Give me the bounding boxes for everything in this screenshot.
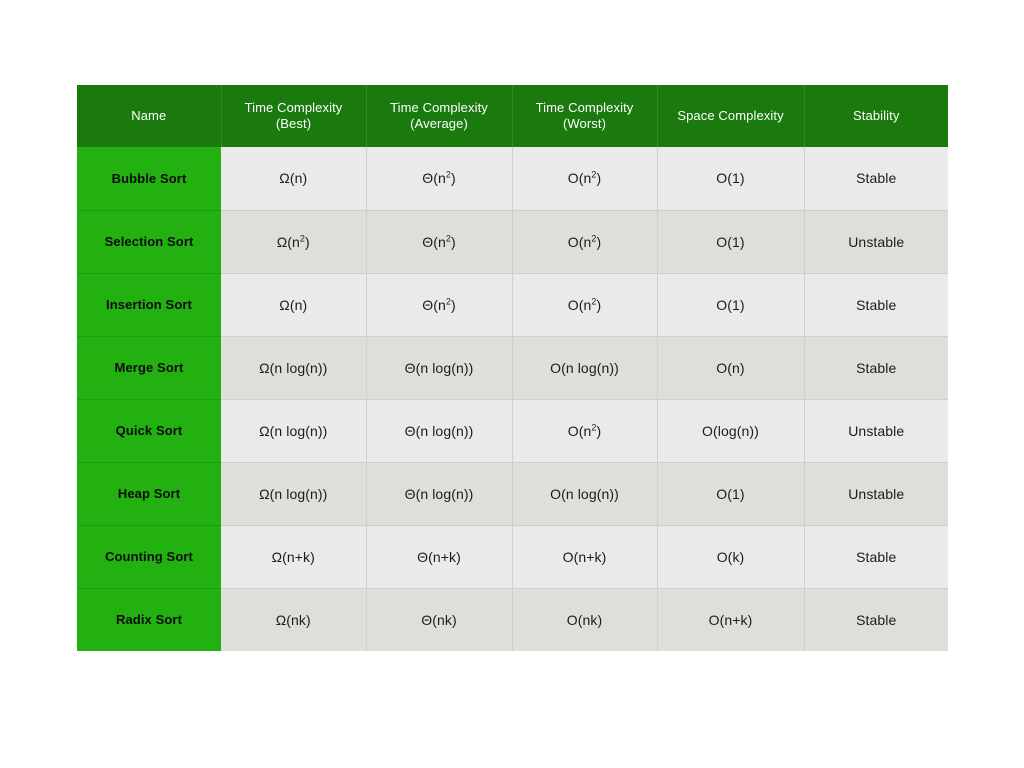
cell-time-average: Θ(n2) xyxy=(366,147,513,210)
cell-space: O(1) xyxy=(657,272,805,336)
cell-stability: Stable xyxy=(804,335,948,399)
column-header-time-average: Time Complexity (Average) xyxy=(366,85,513,147)
cell-time-worst-base: O(n xyxy=(567,296,592,313)
cell-time-average-base: Θ(n xyxy=(422,233,446,250)
cell-time-average: Θ(n log(n)) xyxy=(366,461,513,525)
table-row: Heap Sort Ω(n log(n)) Θ(n log(n)) O(n log(n… xyxy=(77,461,948,525)
cell-time-best: Ω(n2) xyxy=(221,209,367,273)
table-body: Bubble Sort Ω(n) Θ(n2) O(n2) O(1) Stable Selec… xyxy=(77,147,948,651)
cell-time-best: Ω(n log(n)) xyxy=(221,461,367,525)
cell-space: O(n) xyxy=(657,335,805,399)
column-header-time-best-line2: (Best) xyxy=(275,116,312,131)
complexity-table-container: Name Time Complexity (Best) Time Complex… xyxy=(77,85,948,651)
cell-stability: Stable xyxy=(804,272,948,336)
sorting-algorithm-complexity-table: Name Time Complexity (Best) Time Complex… xyxy=(77,85,948,651)
cell-time-average-tail: ) xyxy=(450,170,456,187)
cell-time-worst: O(n2) xyxy=(512,209,658,273)
column-header-space: Space Complexity xyxy=(657,85,805,147)
cell-time-average: Θ(nk) xyxy=(366,587,513,651)
algorithm-name-cell: Insertion Sort xyxy=(77,272,221,336)
cell-time-average-base: Θ(n xyxy=(422,170,446,187)
cell-time-worst-tail: ) xyxy=(596,422,602,439)
cell-space: O(k) xyxy=(657,524,805,588)
cell-time-best-tail: ) xyxy=(305,233,310,250)
cell-time-worst: O(n log(n)) xyxy=(512,461,658,525)
column-header-stability-line1: Stability xyxy=(853,108,900,123)
cell-time-average-base: Θ(n xyxy=(422,296,446,313)
algorithm-name-cell: Quick Sort xyxy=(77,398,221,462)
column-header-time-worst: Time Complexity (Worst) xyxy=(512,85,658,147)
column-header-time-best-line1: Time Complexity xyxy=(244,100,343,115)
cell-time-worst-tail: ) xyxy=(596,170,602,187)
column-header-time-average-line1: Time Complexity xyxy=(390,100,488,115)
cell-time-worst: O(n log(n)) xyxy=(512,335,658,399)
table-row: Quick Sort Ω(n log(n)) Θ(n log(n)) O(n2) O(l… xyxy=(77,398,948,462)
table-row: Bubble Sort Ω(n) Θ(n2) O(n2) O(1) Stable xyxy=(77,147,948,210)
column-header-name: Name xyxy=(77,85,222,147)
cell-time-worst: O(nk) xyxy=(512,587,658,651)
cell-time-best: Ω(nk) xyxy=(221,587,367,651)
table-header-row: Name Time Complexity (Best) Time Complex… xyxy=(77,85,948,147)
cell-stability: Stable xyxy=(804,147,948,210)
cell-time-best: Ω(n log(n)) xyxy=(221,398,367,462)
column-header-space-line1: Space Complexity xyxy=(677,108,784,123)
table-row: Selection Sort Ω(n2) Θ(n2) O(n2) O(1) Unstabl… xyxy=(77,209,948,273)
cell-time-worst: O(n2) xyxy=(512,272,658,336)
cell-time-best-base: Ω(n xyxy=(276,233,300,250)
cell-time-worst-tail: ) xyxy=(596,233,602,250)
cell-time-average: Θ(n+k) xyxy=(366,524,513,588)
algorithm-name-cell: Counting Sort xyxy=(77,524,221,588)
cell-time-worst-base: O(n xyxy=(567,170,592,187)
table-header: Name Time Complexity (Best) Time Complex… xyxy=(77,85,948,147)
table-row: Insertion Sort Ω(n) Θ(n2) O(n2) O(1) Stable xyxy=(77,272,948,336)
cell-time-best: Ω(n log(n)) xyxy=(221,335,367,399)
cell-stability: Stable xyxy=(804,524,948,588)
table-row: Merge Sort Ω(n log(n)) Θ(n log(n)) O(n log(… xyxy=(77,335,948,399)
cell-stability: Stable xyxy=(804,587,948,651)
cell-time-worst: O(n2) xyxy=(512,398,658,462)
cell-time-worst: O(n+k) xyxy=(512,524,658,588)
table-row: Counting Sort Ω(n+k) Θ(n+k) O(n+k) O(k) Stabl… xyxy=(77,524,948,588)
algorithm-name-cell: Bubble Sort xyxy=(77,147,221,210)
column-header-time-average-line2: (Average) xyxy=(410,116,468,131)
cell-stability: Unstable xyxy=(804,461,948,525)
column-header-time-worst-line1: Time Complexity xyxy=(535,100,634,115)
cell-space: O(1) xyxy=(657,209,805,273)
cell-time-best: Ω(n) xyxy=(221,147,367,210)
column-header-stability: Stability xyxy=(804,85,948,147)
cell-time-average: Θ(n log(n)) xyxy=(366,335,513,399)
cell-time-worst-base: O(n xyxy=(567,422,592,439)
cell-stability: Unstable xyxy=(804,398,948,462)
cell-stability: Unstable xyxy=(804,209,948,273)
cell-time-average-tail: ) xyxy=(450,296,456,313)
algorithm-name-cell: Radix Sort xyxy=(77,587,221,651)
cell-time-best: Ω(n+k) xyxy=(221,524,367,588)
cell-time-average: Θ(n2) xyxy=(366,209,513,273)
cell-time-average-tail: ) xyxy=(450,233,456,250)
cell-space: O(n+k) xyxy=(657,587,805,651)
cell-time-worst-base: O(n xyxy=(567,233,592,250)
cell-time-average: Θ(n2) xyxy=(366,272,513,336)
cell-time-worst: O(n2) xyxy=(512,147,658,210)
cell-time-average: Θ(n log(n)) xyxy=(366,398,513,462)
column-header-name-line1: Name xyxy=(131,108,167,123)
algorithm-name-cell: Selection Sort xyxy=(77,209,221,273)
table-row: Radix Sort Ω(nk) Θ(nk) O(nk) O(n+k) Stable xyxy=(77,587,948,651)
column-header-time-worst-line2: (Worst) xyxy=(562,116,607,131)
algorithm-name-cell: Heap Sort xyxy=(77,461,221,525)
column-header-time-best: Time Complexity (Best) xyxy=(221,85,367,147)
cell-space: O(1) xyxy=(657,147,805,210)
cell-time-worst-tail: ) xyxy=(596,296,602,313)
cell-space: O(log(n)) xyxy=(657,398,805,462)
cell-space: O(1) xyxy=(657,461,805,525)
cell-time-best: Ω(n) xyxy=(221,272,367,336)
algorithm-name-cell: Merge Sort xyxy=(77,335,221,399)
